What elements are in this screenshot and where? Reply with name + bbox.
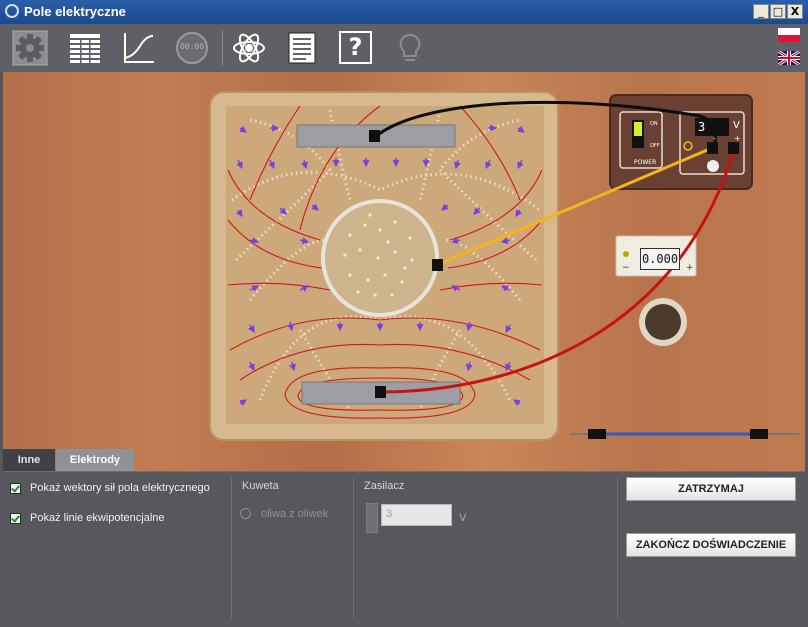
lightbulb-icon[interactable] — [392, 30, 428, 66]
olive-oil-label[interactable]: oliwa z oliwek — [261, 508, 328, 520]
switch-off-label: OFF — [650, 143, 660, 149]
ring-electrode — [321, 199, 439, 317]
show-vectors-label[interactable]: Pokaż wektory sił pola elektrycznego — [30, 482, 210, 494]
timer-button[interactable]: 00:00 — [174, 30, 210, 66]
document-icon[interactable] — [284, 30, 320, 66]
meter-plus-label: + — [686, 263, 694, 273]
show-equipotentials-checkbox[interactable] — [10, 513, 21, 524]
panel-divider — [617, 478, 618, 618]
show-equipotentials-label[interactable]: Pokaż linie ekwipotencjalne — [30, 512, 165, 524]
close-button[interactable]: X — [787, 4, 803, 19]
tab-elektrody[interactable]: Elektrody — [56, 449, 134, 471]
help-icon[interactable]: ? — [339, 31, 372, 64]
english-flag-icon[interactable] — [778, 51, 800, 65]
tab-inne[interactable]: Inne — [3, 449, 55, 471]
psu-plus-label: + — [734, 134, 741, 143]
maximize-button[interactable]: □ — [770, 4, 786, 19]
polish-flag-icon[interactable] — [778, 28, 800, 42]
meter-display: 0.000 — [640, 248, 680, 270]
voltage-unit: V — [459, 512, 467, 524]
toolbar-separator — [222, 30, 223, 66]
olive-oil-radio[interactable] — [240, 508, 251, 519]
power-supply-display: 3 — [695, 118, 729, 136]
atom-icon[interactable] — [231, 30, 267, 66]
power-switch — [634, 122, 642, 136]
app-icon — [5, 4, 19, 18]
simulation-canvas[interactable] — [3, 72, 805, 472]
toolbar: 00:00 ? — [0, 24, 808, 73]
window-title: Pole elektryczne — [24, 4, 126, 19]
voltage-input[interactable]: 3 — [381, 504, 452, 526]
zasilacz-title: Zasilacz — [364, 480, 405, 492]
power-label: POWER — [634, 159, 657, 166]
title-bar: Pole elektryczne _ □ X — [0, 0, 808, 24]
meter-minus-label: − — [622, 263, 630, 273]
power-supply-unit: V — [733, 120, 740, 131]
table-icon[interactable] — [67, 30, 103, 66]
kuweta-title: Kuweta — [242, 480, 279, 492]
minimize-button[interactable]: _ — [753, 4, 769, 19]
gear-icon[interactable] — [12, 30, 48, 66]
switch-on-label: ON — [650, 121, 658, 127]
timer-text: 00:00 — [179, 42, 205, 51]
voltage-knob — [707, 160, 719, 172]
panel-divider — [231, 478, 232, 618]
graph-icon[interactable] — [120, 30, 156, 66]
finish-experiment-button[interactable]: ZAKOŃCZ DOŚWIADCZENIE — [626, 533, 796, 557]
workbench: 3 V ON OFF POWER - + 0.000 − + — [3, 72, 805, 472]
voltage-stepper[interactable] — [366, 503, 378, 533]
psu-minus-label: - — [713, 134, 716, 143]
show-vectors-checkbox[interactable] — [10, 483, 21, 494]
stop-button[interactable]: ZATRZYMAJ — [626, 477, 796, 501]
panel-divider — [353, 478, 354, 618]
